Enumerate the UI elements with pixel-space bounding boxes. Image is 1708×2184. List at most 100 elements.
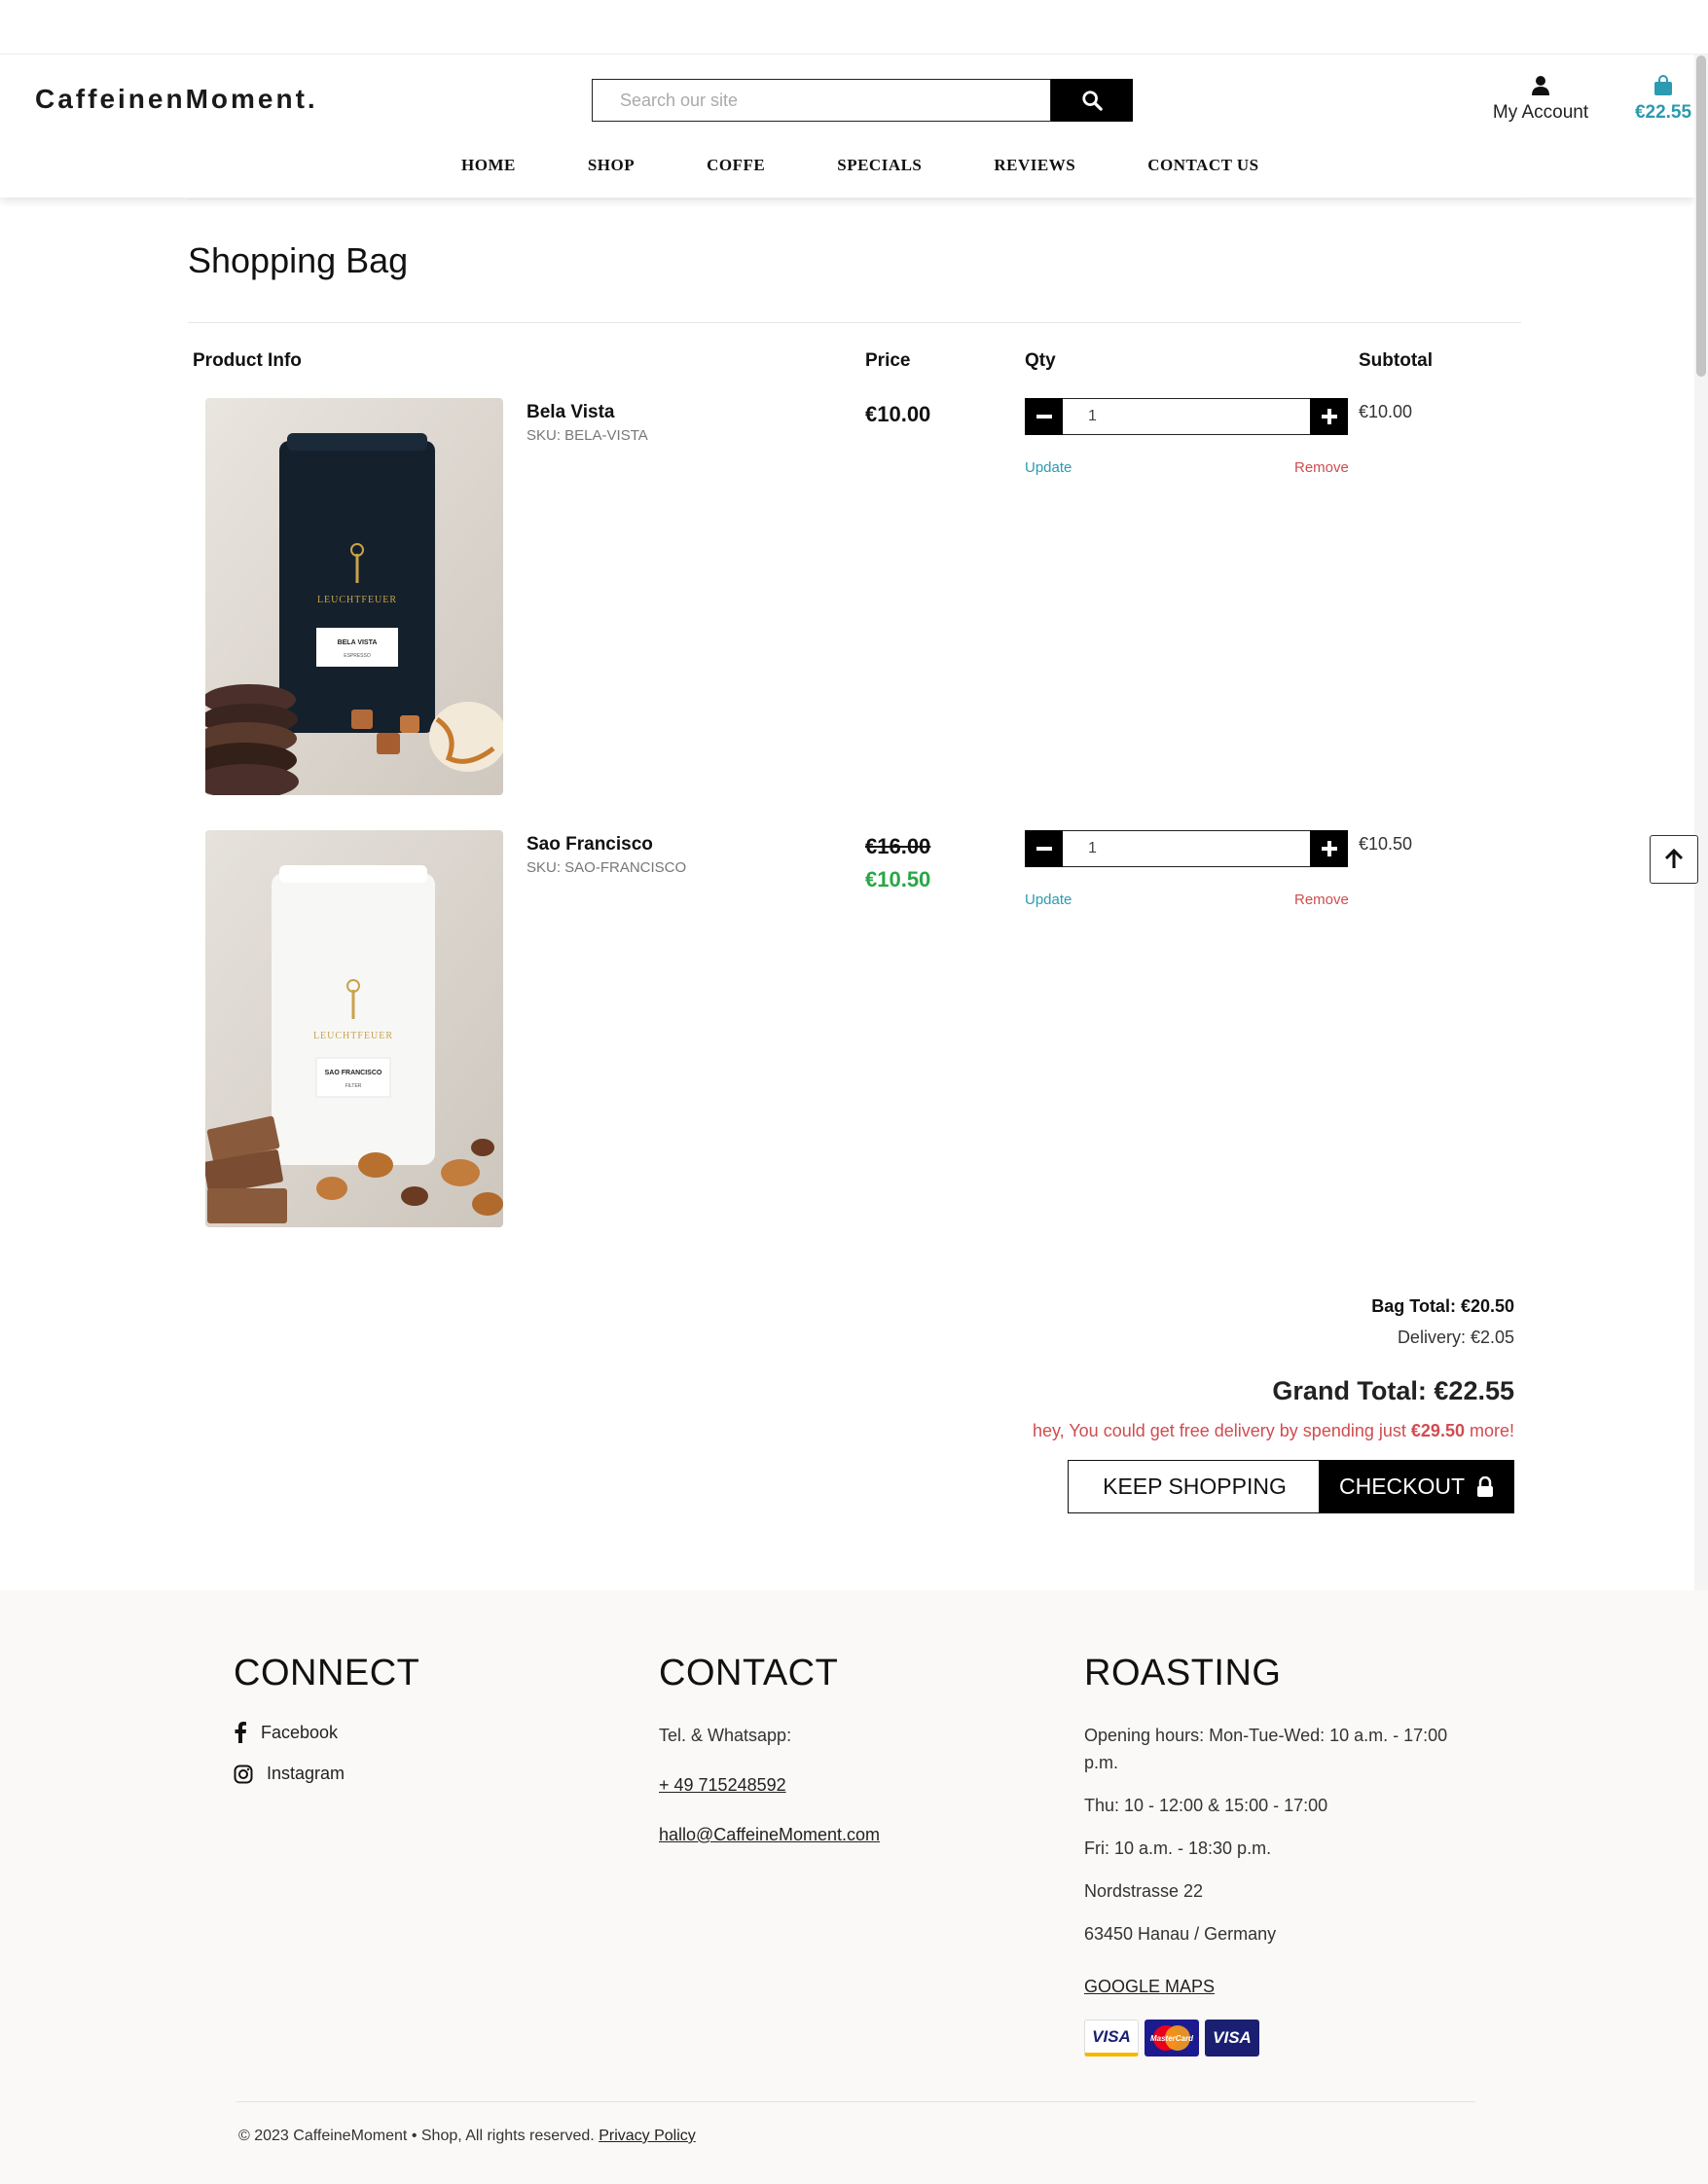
tel-label: Tel. & Whatsapp: <box>659 1726 792 1745</box>
card-label: VISA <box>1213 2028 1252 2047</box>
minus-icon <box>1036 415 1052 419</box>
facebook-link[interactable]: Facebook <box>234 1722 419 1743</box>
nav-contact-us[interactable]: CONTACT US <box>1147 156 1258 175</box>
footer-roasting-title: ROASTING <box>1084 1653 1282 1693</box>
arrow-up-icon <box>1664 849 1684 868</box>
plus-icon <box>1321 841 1337 856</box>
quantity-input[interactable] <box>1063 398 1310 435</box>
pack-brand: LEUCHTFEUER <box>313 1031 393 1041</box>
cart-total: €22.55 <box>1634 102 1692 123</box>
email-link[interactable]: hallo@CaffeineMoment.com <box>659 1825 880 1844</box>
mastercard-icon: MasterCard <box>1145 2020 1199 2057</box>
main-nav: HOME SHOP COFFE SPECIALS REVIEWS CONTACT… <box>461 156 1259 175</box>
footer-connect: CONNECT Facebook Instagram <box>234 1653 419 1804</box>
free-note-text: hey, You could get free delivery by spen… <box>1032 1421 1406 1440</box>
search-input[interactable] <box>592 79 1051 122</box>
divider <box>188 199 1521 200</box>
nav-coffe[interactable]: COFFE <box>707 156 765 175</box>
instagram-link[interactable]: Instagram <box>234 1764 419 1784</box>
site-header: CaffeinenMoment. My Account €22.55 HOME … <box>0 55 1694 198</box>
my-account-link[interactable]: My Account <box>1492 75 1589 124</box>
free-delivery-note: hey, You could get free delivery by spen… <box>1033 1421 1514 1441</box>
bag-total: Bag Total: €20.50 <box>1371 1296 1514 1316</box>
back-to-top-button[interactable] <box>1650 835 1698 884</box>
site-footer: CONNECT Facebook Instagram CONTACT Tel. … <box>0 1590 1708 2184</box>
privacy-policy-link[interactable]: Privacy Policy <box>599 2128 696 2144</box>
facebook-icon <box>235 1722 246 1743</box>
lock-icon <box>1477 1475 1494 1497</box>
visa-card-icon: VISA <box>1205 2020 1259 2057</box>
nav-reviews[interactable]: REVIEWS <box>994 156 1075 175</box>
phone-link[interactable]: + 49 715248592 <box>659 1775 786 1795</box>
product-sku: SKU: SAO-FRANCISCO <box>527 859 687 876</box>
update-link[interactable]: Update <box>1025 459 1072 476</box>
original-price: €16.00 <box>865 834 931 858</box>
keep-shopping-label: KEEP SHOPPING <box>1103 1474 1287 1499</box>
checkout-button[interactable]: CHECKOUT <box>1319 1460 1514 1513</box>
street-address: Nordstrasse 22 <box>1084 1881 1204 1901</box>
remove-link[interactable]: Remove <box>1294 459 1349 476</box>
footer-divider <box>236 2101 1475 2102</box>
product-image[interactable]: LEUCHTFEUER SAO FRANCISCO FILTER <box>205 830 503 1227</box>
quantity-stepper <box>1025 398 1348 435</box>
update-link[interactable]: Update <box>1025 892 1072 908</box>
nav-shop[interactable]: SHOP <box>588 156 635 175</box>
free-note-suffix: more! <box>1469 1421 1514 1440</box>
user-icon <box>1532 76 1549 95</box>
product-name[interactable]: Sao Francisco <box>527 834 653 855</box>
copyright-text: © 2023 CaffeineMoment • Shop, All rights… <box>238 2128 595 2144</box>
google-maps-link[interactable]: GOOGLE MAPS <box>1084 1977 1215 1996</box>
grand-total: Grand Total: €22.55 <box>1272 1376 1514 1405</box>
instagram-icon <box>234 1765 253 1783</box>
footer-connect-title: CONNECT <box>234 1653 420 1693</box>
shopping-bag-icon <box>1654 75 1672 95</box>
pack-sub: FILTER <box>345 1083 362 1089</box>
item-subtotal: €10.00 <box>1359 402 1413 421</box>
column-header-subtotal: Subtotal <box>1359 350 1433 371</box>
top-bar <box>0 0 1708 55</box>
product-sku: SKU: BELA-VISTA <box>527 427 648 444</box>
nav-home[interactable]: HOME <box>461 156 516 175</box>
increment-button[interactable] <box>1310 398 1348 435</box>
product-image[interactable]: LEUCHTFEUER BELA VISTA ESPRESSO <box>205 398 503 795</box>
account-label: My Account <box>1492 102 1589 123</box>
sale-price: €10.50 <box>865 867 931 892</box>
visa-card-icon: VISA <box>1084 2020 1139 2057</box>
free-note-amount: €29.50 <box>1410 1421 1465 1440</box>
divider <box>188 322 1521 323</box>
checkout-label: CHECKOUT <box>1338 1474 1466 1499</box>
hours-thu: Thu: 10 - 12:00 & 15:00 - 17:00 <box>1084 1796 1328 1815</box>
facebook-label: Facebook <box>261 1722 339 1742</box>
product-price: €10.00 <box>865 402 931 426</box>
remove-link[interactable]: Remove <box>1294 892 1349 908</box>
decrement-button[interactable] <box>1025 830 1063 867</box>
increment-button[interactable] <box>1310 830 1348 867</box>
copyright: © 2023 CaffeineMoment • Shop, All rights… <box>238 2128 696 2145</box>
column-header-price: Price <box>865 350 911 371</box>
quantity-input[interactable] <box>1063 830 1310 867</box>
product-name[interactable]: Bela Vista <box>527 402 614 423</box>
pack-label: BELA VISTA <box>338 639 378 646</box>
search-button[interactable] <box>1051 79 1133 122</box>
site-logo[interactable]: CaffeinenMoment. <box>35 84 318 115</box>
footer-contact-title: CONTACT <box>659 1653 839 1693</box>
pack-brand: LEUCHTFEUER <box>317 595 397 605</box>
delivery-cost: Delivery: €2.05 <box>1397 1328 1514 1347</box>
plus-icon <box>1321 409 1337 424</box>
opening-hours: Opening hours: Mon-Tue-Wed: 10 a.m. - 17… <box>1084 1726 1448 1772</box>
search-icon <box>1082 91 1103 111</box>
search-form <box>592 79 1133 122</box>
card-label: VISA <box>1092 2026 1131 2046</box>
minus-icon <box>1036 847 1052 851</box>
item-subtotal: €10.50 <box>1359 834 1413 854</box>
hours-fri: Fri: 10 a.m. - 18:30 p.m. <box>1084 1838 1272 1858</box>
instagram-label: Instagram <box>267 1764 345 1783</box>
footer-roasting: ROASTING Opening hours: Mon-Tue-Wed: 10 … <box>1084 1653 1473 2057</box>
shopping-bag-link[interactable]: €22.55 <box>1631 75 1695 124</box>
pack-sub: ESPRESSO <box>344 653 371 659</box>
decrement-button[interactable] <box>1025 398 1063 435</box>
nav-specials[interactable]: SPECIALS <box>837 156 922 175</box>
scrollbar-thumb[interactable] <box>1696 55 1706 377</box>
keep-shopping-button[interactable]: KEEP SHOPPING <box>1068 1460 1322 1513</box>
pack-label: SAO FRANCISCO <box>325 1070 382 1076</box>
